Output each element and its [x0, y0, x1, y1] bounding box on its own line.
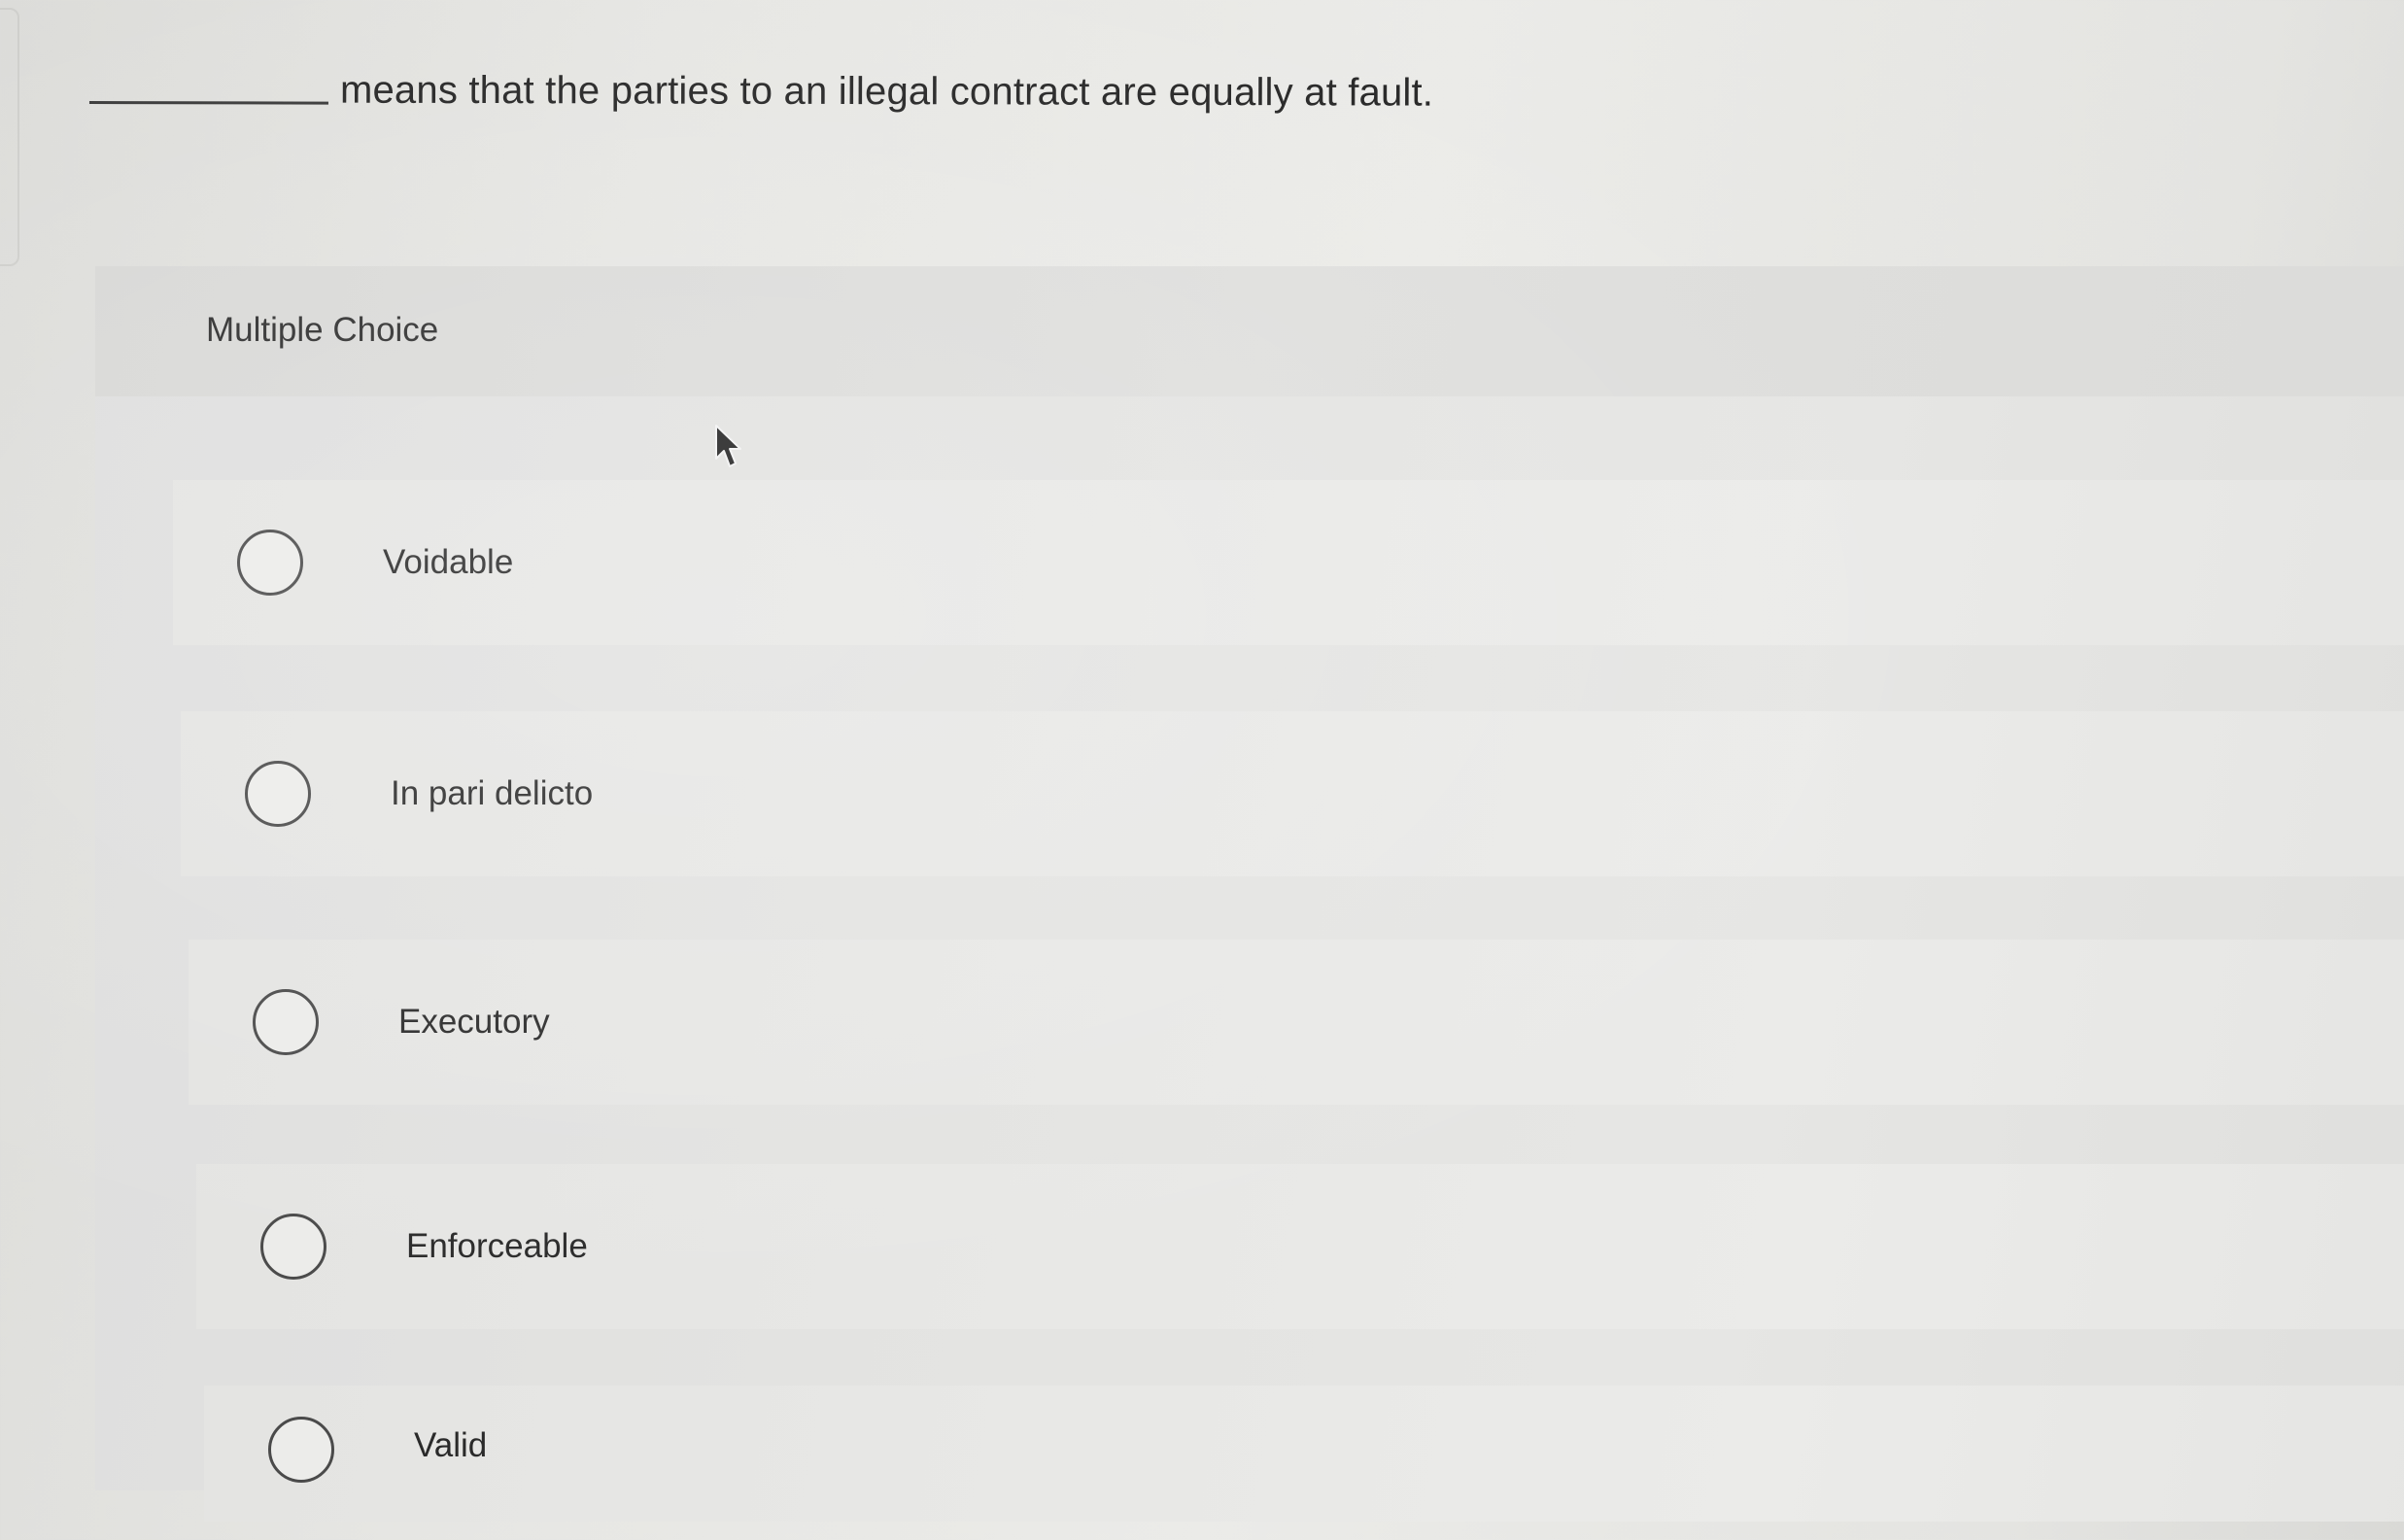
option-label: Valid [414, 1426, 488, 1464]
radio-button[interactable] [237, 530, 303, 596]
option-enforceable[interactable]: Enforceable [196, 1164, 2404, 1329]
option-label: Executory [398, 1003, 550, 1041]
question-prompt: means that the parties to an illegal con… [88, 68, 1434, 116]
option-executory[interactable]: Executory [189, 940, 2404, 1105]
panel-header: Multiple Choice [95, 266, 2404, 396]
option-in-pari-delicto[interactable]: In pari delicto [181, 711, 2404, 876]
radio-button[interactable] [253, 989, 319, 1055]
option-label: Voidable [383, 543, 514, 581]
option-label: In pari delicto [391, 774, 594, 812]
radio-button[interactable] [245, 761, 311, 827]
answer-blank [88, 100, 328, 105]
radio-button[interactable] [268, 1417, 334, 1483]
mouse-pointer-icon [715, 425, 741, 467]
question-text: means that the parties to an illegal con… [339, 68, 1434, 115]
left-panel-edge [0, 8, 19, 266]
option-voidable[interactable]: Voidable [173, 480, 2404, 645]
multiple-choice-panel: Multiple Choice Voidable In pari delicto… [95, 266, 2404, 1522]
option-label: Enforceable [406, 1227, 588, 1265]
radio-button[interactable] [260, 1214, 326, 1280]
option-valid[interactable]: Valid [204, 1386, 2404, 1522]
panel-title: Multiple Choice [206, 311, 439, 349]
